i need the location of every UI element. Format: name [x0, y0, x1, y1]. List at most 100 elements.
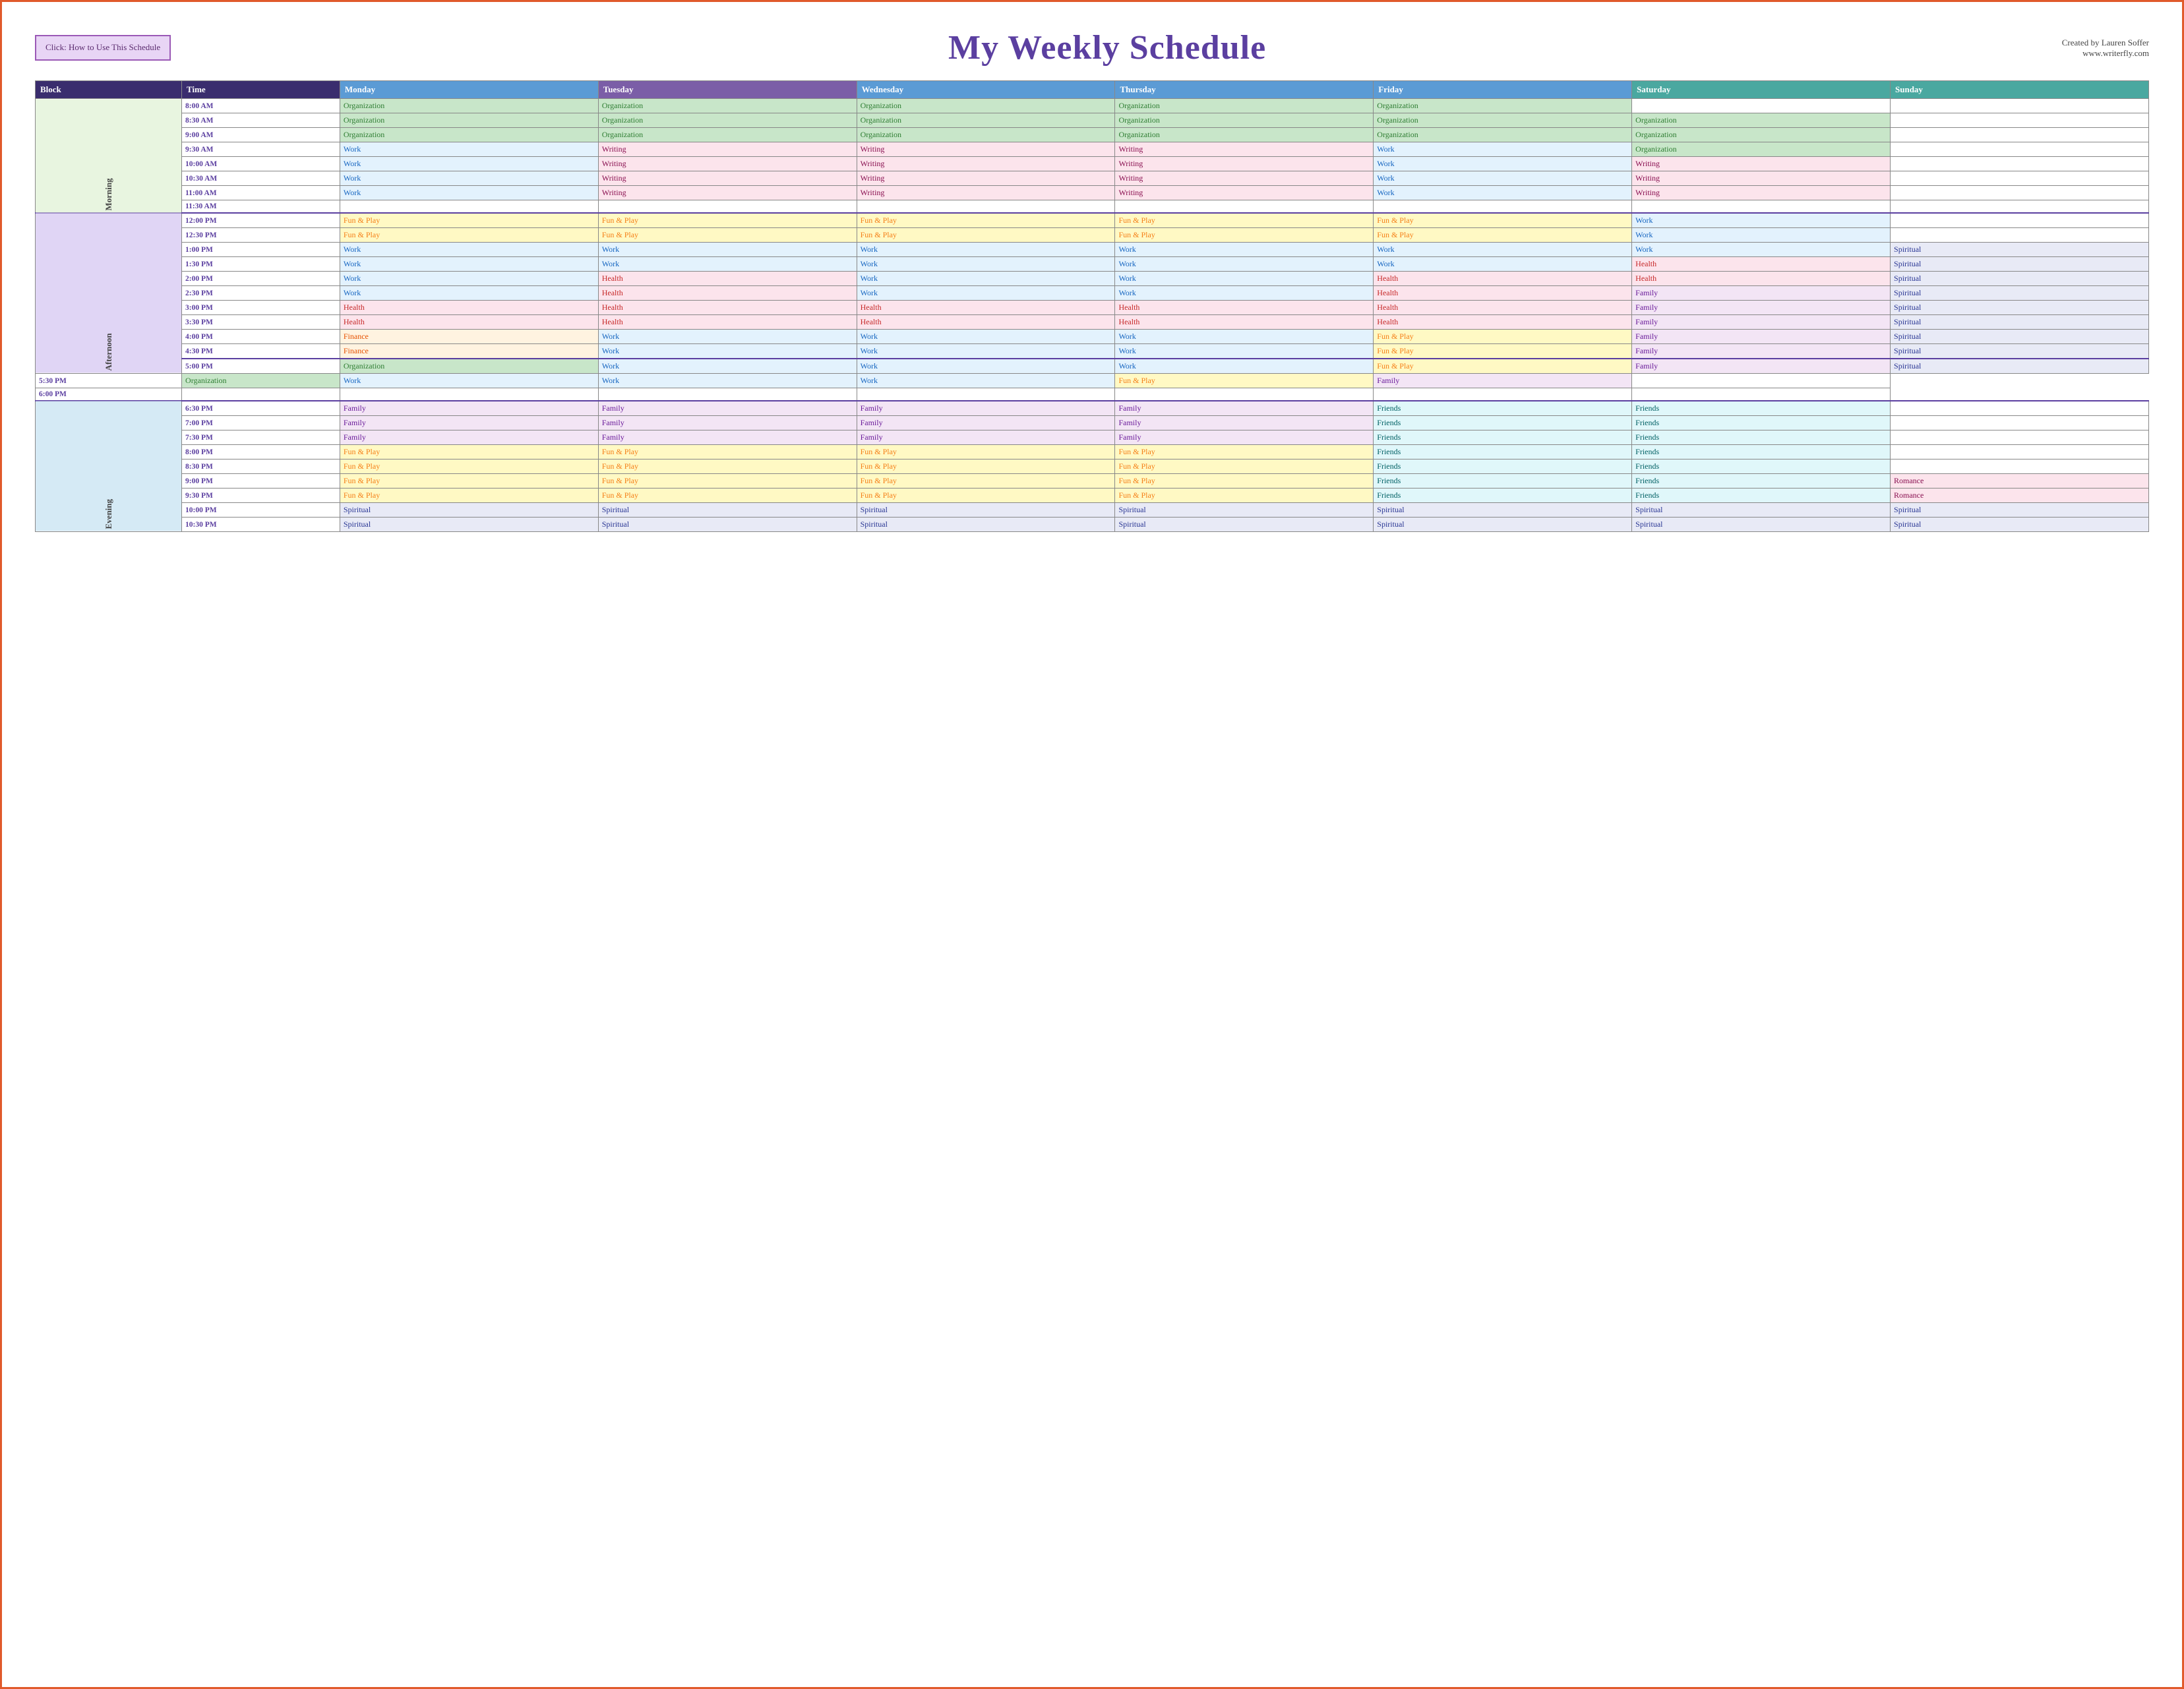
- day-cell-sun: Spiritual: [1891, 503, 2149, 518]
- time-cell: 7:00 PM: [182, 416, 340, 430]
- day-cell-sat: [1632, 99, 1891, 113]
- table-row: 8:00 PMFun & PlayFun & PlayFun & PlayFun…: [36, 445, 2149, 459]
- day-cell-wed: Fun & Play: [857, 228, 1115, 243]
- day-cell-thu: Writing: [1115, 186, 1374, 200]
- day-cell-thu: Fun & Play: [1115, 459, 1374, 474]
- day-cell-sun: [1891, 416, 2149, 430]
- day-cell-sat: Health: [1632, 257, 1891, 272]
- table-header-row: Block Time Monday Tuesday Wednesday Thur…: [36, 81, 2149, 99]
- day-cell-sun: [1891, 142, 2149, 157]
- day-cell-mon: Spiritual: [340, 503, 598, 518]
- day-cell-mon: Fun & Play: [340, 228, 598, 243]
- day-cell-sun: [1891, 186, 2149, 200]
- day-cell-tue: Health: [598, 315, 857, 330]
- day-cell-sun: Romance: [1891, 489, 2149, 503]
- block-label: Morning: [36, 99, 182, 214]
- day-cell-wed: Family: [857, 401, 1115, 416]
- day-cell-sat: Friends: [1632, 459, 1891, 474]
- day-cell-fri: Organization: [1374, 99, 1632, 113]
- day-cell-fri: Work: [1374, 142, 1632, 157]
- day-cell-mon: Work: [340, 157, 598, 171]
- day-cell-thu: Work: [1115, 243, 1374, 257]
- day-cell-fri: Friends: [1374, 459, 1632, 474]
- day-cell-sat: Work: [1632, 243, 1891, 257]
- top-section: Click: How to Use This Schedule My Weekl…: [35, 28, 2149, 67]
- day-cell-thu: Fun & Play: [1115, 445, 1374, 459]
- time-cell: 11:30 AM: [182, 200, 340, 214]
- how-to-button[interactable]: Click: How to Use This Schedule: [35, 35, 171, 60]
- day-cell-fri: Fun & Play: [1374, 344, 1632, 359]
- table-row: 4:00 PMFinanceWorkWorkWorkFun & PlayFami…: [36, 330, 2149, 344]
- day-cell-tue: Health: [598, 272, 857, 286]
- day-cell-thu: [1115, 200, 1374, 214]
- day-cell-tue: Family: [598, 430, 857, 445]
- day-cell-thu: Spiritual: [1115, 518, 1374, 532]
- day-cell-mon: Work: [340, 142, 598, 157]
- day-cell-tue: Health: [598, 286, 857, 301]
- day-cell-tue: Health: [598, 301, 857, 315]
- day-cell-sun: [1891, 200, 2149, 214]
- day-cell-thu: Fun & Play: [1115, 474, 1374, 489]
- day-cell-tue: Work: [598, 344, 857, 359]
- day-cell-wed: Fun & Play: [857, 489, 1115, 503]
- day-cell-sun: [1891, 445, 2149, 459]
- block-label: Afternoon: [36, 213, 182, 374]
- table-row: 10:30 AMWorkWritingWritingWritingWorkWri…: [36, 171, 2149, 186]
- day-cell-fri: Work: [1374, 171, 1632, 186]
- table-row: 9:00 AM Organization Organization Organizat…: [36, 128, 2149, 142]
- day-cell-tue: Spiritual: [598, 503, 857, 518]
- table-row: 10:00 AMWorkWritingWritingWritingWorkWri…: [36, 157, 2149, 171]
- day-cell-sat: Writing: [1632, 186, 1891, 200]
- day-cell-sun: [1891, 228, 2149, 243]
- day-cell-fri: Friends: [1374, 416, 1632, 430]
- time-cell: 3:30 PM: [182, 315, 340, 330]
- table-row: 10:30 PMSpiritualSpiritualSpiritualSpiri…: [36, 518, 2149, 532]
- day-cell-wed: [857, 200, 1115, 214]
- table-row: 12:30 PMFun & PlayFun & PlayFun & PlayFu…: [36, 228, 2149, 243]
- day-cell-sat: Organization: [1632, 128, 1891, 142]
- day-cell-tue: Writing: [598, 142, 857, 157]
- day-cell-thu: Work: [857, 374, 1115, 388]
- day-cell-sat: Work: [1632, 228, 1891, 243]
- day-cell-tue: Work: [598, 359, 857, 374]
- day-cell-sat: Friends: [1632, 474, 1891, 489]
- day-cell-wed: Fun & Play: [857, 213, 1115, 228]
- day-cell-wed: Work: [857, 257, 1115, 272]
- day-cell-mon: Health: [340, 315, 598, 330]
- day-cell-tue: Organization: [598, 99, 857, 113]
- day-cell-sun: Spiritual: [1891, 518, 2149, 532]
- day-cell-sun: [1891, 430, 2149, 445]
- day-cell-sat: Family: [1374, 374, 1632, 388]
- day-cell-sat: Friends: [1632, 401, 1891, 416]
- header-sunday: Sunday: [1891, 81, 2149, 99]
- day-cell-sat: Work: [1632, 213, 1891, 228]
- day-cell-mon: Spiritual: [340, 518, 598, 532]
- day-cell-thu: Organization: [1115, 128, 1374, 142]
- day-cell-sat: Organization: [1632, 113, 1891, 128]
- day-cell-thu: Fun & Play: [1115, 228, 1374, 243]
- day-cell-thu: Work: [1115, 272, 1374, 286]
- day-cell-sun: Spiritual: [1891, 315, 2149, 330]
- header-time: Time: [182, 81, 340, 99]
- table-row: 6:00 PM: [36, 388, 2149, 401]
- day-cell-tue: Work: [598, 330, 857, 344]
- time-cell: 3:00 PM: [182, 301, 340, 315]
- table-row: 9:30 AMWorkWritingWritingWritingWorkOrga…: [36, 142, 2149, 157]
- time-cell: 12:00 PM: [182, 213, 340, 228]
- day-cell-tue: Organization: [598, 128, 857, 142]
- day-cell-fri: Health: [1374, 301, 1632, 315]
- table-row: 8:30 PMFun & PlayFun & PlayFun & PlayFun…: [36, 459, 2149, 474]
- time-cell: 1:00 PM: [182, 243, 340, 257]
- day-cell-tue: [598, 200, 857, 214]
- day-cell-sun: [1891, 128, 2149, 142]
- day-cell-sun: [1891, 99, 2149, 113]
- day-cell-mon: Fun & Play: [340, 213, 598, 228]
- day-cell-fri: Friends: [1374, 401, 1632, 416]
- day-cell-sun: [1632, 388, 1891, 401]
- credit: Created by Lauren Soffer www.writerfly.c…: [2044, 38, 2149, 59]
- day-cell-wed: [598, 388, 857, 401]
- day-cell-wed: Family: [857, 430, 1115, 445]
- day-cell-mon: [182, 388, 340, 401]
- day-cell-mon: Work: [340, 186, 598, 200]
- time-cell: 9:00 AM: [182, 128, 340, 142]
